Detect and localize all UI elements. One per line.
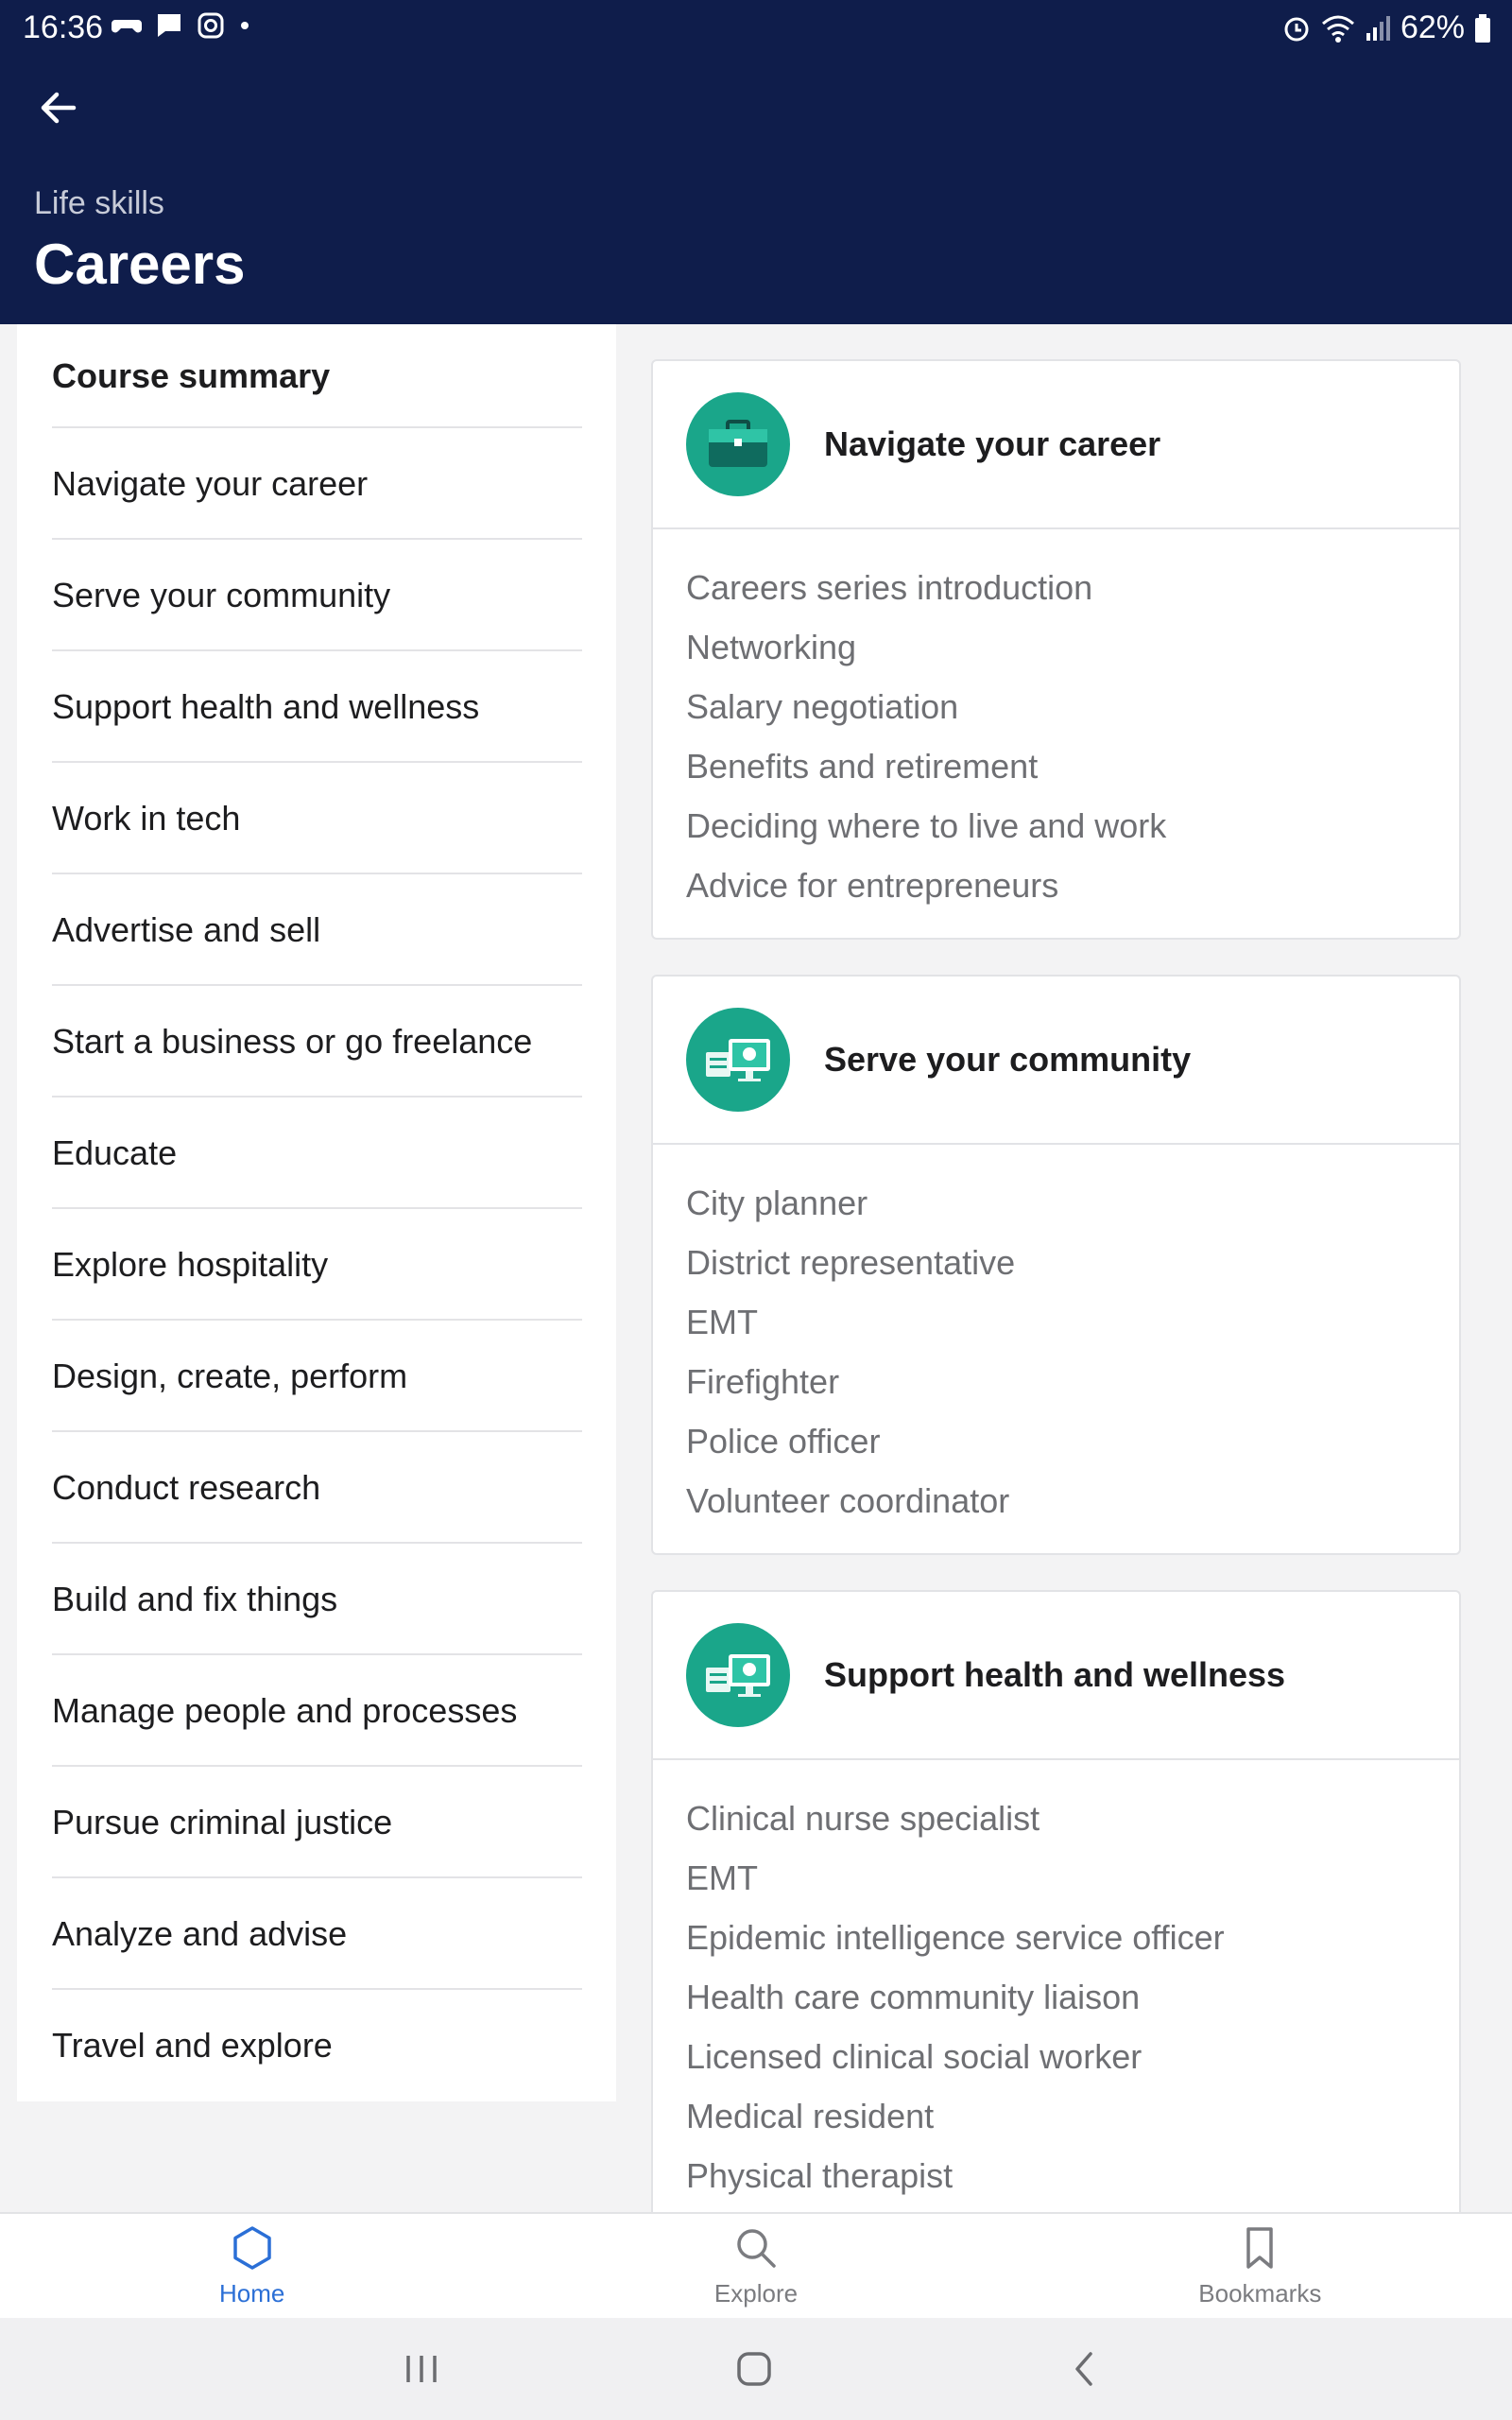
system-navigation-bar xyxy=(0,2318,1512,2420)
nav-explore[interactable]: Explore xyxy=(504,2214,1007,2318)
sidebar-item-travel-explore[interactable]: Travel and explore xyxy=(17,1990,616,2101)
sidebar-item-hospitality[interactable]: Explore hospitality xyxy=(17,1209,616,1321)
nav-bookmarks[interactable]: Bookmarks xyxy=(1008,2214,1512,2318)
sidebar-item-design-create[interactable]: Design, create, perform xyxy=(17,1321,616,1432)
monitor-icon xyxy=(686,1008,790,1112)
sidebar-item-navigate-career[interactable]: Navigate your career xyxy=(17,428,616,540)
sidebar-item-start-business[interactable]: Start a business or go freelance xyxy=(17,986,616,1098)
back-button-icon[interactable] xyxy=(1064,2348,1106,2390)
nav-bookmarks-label: Bookmarks xyxy=(1198,2278,1322,2308)
card-header: Serve your community xyxy=(653,977,1459,1145)
lesson-item[interactable]: Firefighter xyxy=(686,1356,1459,1415)
lesson-item[interactable]: Physical therapist xyxy=(686,2150,1459,2209)
card-header: Navigate your career xyxy=(653,361,1459,529)
course-subtitle: Life skills xyxy=(34,185,164,221)
wifi-icon xyxy=(1321,15,1354,43)
lesson-item[interactable]: City planner xyxy=(686,1177,1459,1236)
lesson-list: City planner District representative EMT… xyxy=(653,1145,1459,1534)
battery-icon xyxy=(1475,13,1490,43)
bottom-navigation: Home Explore Bookmarks xyxy=(0,2212,1512,2318)
nav-explore-label: Explore xyxy=(713,2278,799,2308)
app-header: 16:36 62% Life skills Careers xyxy=(0,0,1512,324)
message-icon xyxy=(158,14,180,37)
signal-icon xyxy=(1366,15,1390,41)
unit-card-health-wellness[interactable]: Support health and wellness Clinical nur… xyxy=(651,1590,1461,2252)
sidebar-item-conduct-research[interactable]: Conduct research xyxy=(17,1432,616,1544)
home-button-icon[interactable] xyxy=(733,2348,775,2390)
lesson-item[interactable]: Networking xyxy=(686,621,1459,681)
instagram-icon xyxy=(198,12,224,39)
sidebar-item-criminal-justice[interactable]: Pursue criminal justice xyxy=(17,1767,616,1878)
lesson-item[interactable]: Health care community liaison xyxy=(686,1971,1459,2031)
lesson-item[interactable]: Careers series introduction xyxy=(686,562,1459,621)
lesson-item[interactable]: Clinical nurse specialist xyxy=(686,1792,1459,1852)
lesson-item[interactable]: Volunteer coordinator xyxy=(686,1475,1459,1534)
bookmark-icon xyxy=(1246,2226,1274,2269)
notification-icons xyxy=(112,11,251,40)
battery-percent: 62% xyxy=(1400,9,1465,45)
recent-apps-icon[interactable] xyxy=(401,2348,442,2390)
lesson-item[interactable]: Salary negotiation xyxy=(686,681,1459,740)
lesson-item[interactable]: Advice for entrepreneurs xyxy=(686,859,1459,919)
lesson-list: Careers series introduction Networking S… xyxy=(653,529,1459,919)
lesson-item[interactable]: District representative xyxy=(686,1236,1459,1296)
lesson-item[interactable]: Benefits and retirement xyxy=(686,740,1459,800)
lesson-item[interactable]: Police officer xyxy=(686,1415,1459,1475)
status-bar: 16:36 62% xyxy=(0,0,1512,57)
nav-home-label: Home xyxy=(218,2278,285,2308)
lesson-item[interactable]: Deciding where to live and work xyxy=(686,800,1459,859)
sidebar-item-advertise-sell[interactable]: Advertise and sell xyxy=(17,874,616,986)
sidebar-item-work-in-tech[interactable]: Work in tech xyxy=(17,763,616,874)
sidebar-item-serve-community[interactable]: Serve your community xyxy=(17,540,616,651)
back-arrow-icon[interactable] xyxy=(34,83,83,132)
lesson-item[interactable]: Licensed clinical social worker xyxy=(686,2031,1459,2090)
alarm-icon xyxy=(1284,17,1309,41)
card-title: Navigate your career xyxy=(824,424,1161,463)
unit-card-navigate-career[interactable]: Navigate your career Careers series intr… xyxy=(651,359,1461,940)
card-title: Support health and wellness xyxy=(824,1655,1286,1694)
sidebar-item-educate[interactable]: Educate xyxy=(17,1098,616,1209)
card-header: Support health and wellness xyxy=(653,1592,1459,1760)
lesson-item[interactable]: EMT xyxy=(686,1296,1459,1356)
lesson-item[interactable]: EMT xyxy=(686,1852,1459,1911)
home-hexagon-icon xyxy=(232,2225,271,2270)
status-time: 16:36 xyxy=(23,9,104,45)
card-title: Serve your community xyxy=(824,1040,1192,1079)
lesson-item[interactable]: Medical resident xyxy=(686,2090,1459,2150)
sidebar-item-course-summary[interactable]: Course summary xyxy=(17,324,616,428)
system-status-icons: 62% xyxy=(1281,9,1491,46)
unit-card-serve-community[interactable]: Serve your community City planner Distri… xyxy=(651,975,1461,1555)
sidebar-item-analyze-advise[interactable]: Analyze and advise xyxy=(17,1878,616,1990)
lesson-item[interactable]: Epidemic intelligence service officer xyxy=(686,1911,1459,1971)
lesson-list: Clinical nurse specialist EMT Epidemic i… xyxy=(653,1760,1459,2209)
sidebar-item-manage-people[interactable]: Manage people and processes xyxy=(17,1655,616,1767)
briefcase-icon xyxy=(686,392,790,496)
sidebar-item-build-fix[interactable]: Build and fix things xyxy=(17,1544,616,1655)
monitor-icon xyxy=(686,1623,790,1727)
nav-home[interactable]: Home xyxy=(0,2214,504,2318)
page-title: Careers xyxy=(34,233,246,296)
search-icon xyxy=(737,2228,776,2268)
sidebar-item-health-wellness[interactable]: Support health and wellness xyxy=(17,651,616,763)
dot-icon xyxy=(241,22,249,29)
game-controller-icon xyxy=(112,20,142,33)
course-sidebar: Course summary Navigate your career Serv… xyxy=(17,324,616,2101)
